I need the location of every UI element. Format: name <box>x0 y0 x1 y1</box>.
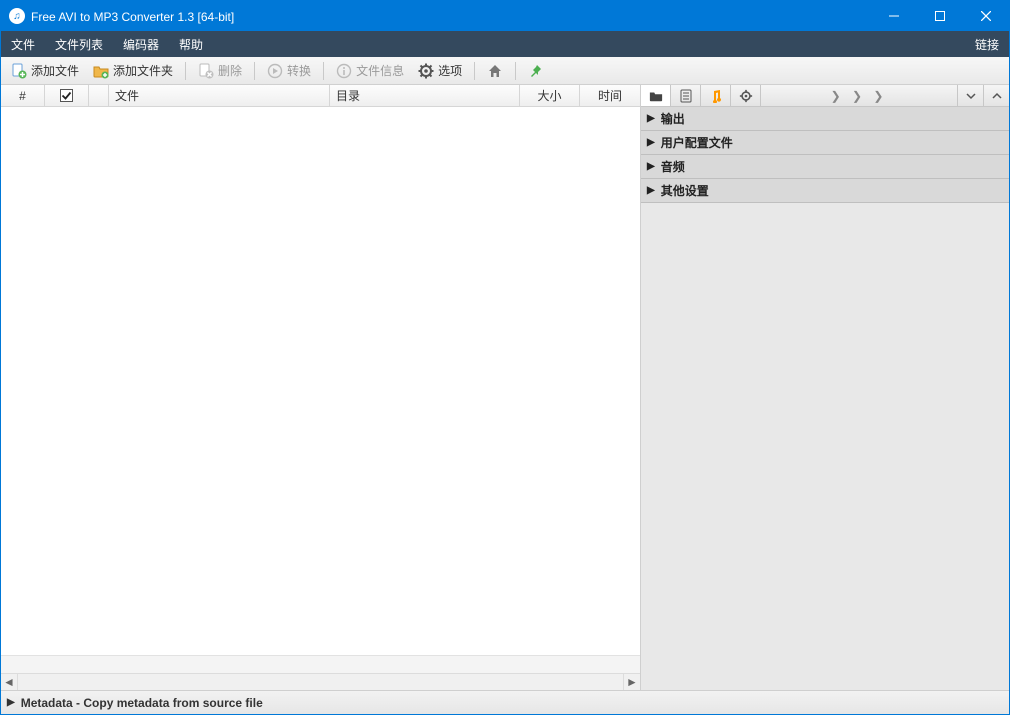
chevron-down-icon <box>966 91 976 101</box>
section-output-label: 输出 <box>661 110 685 127</box>
chevron-right-icon: ▶ <box>647 113 655 124</box>
pin-button[interactable] <box>522 61 550 81</box>
content-area: # 文件 目录 大小 时间 ◄ ► <box>1 85 1009 690</box>
home-icon <box>487 63 503 79</box>
table-body[interactable] <box>1 107 640 655</box>
file-info-icon <box>336 63 352 79</box>
menu-file[interactable]: 文件 <box>1 31 45 57</box>
menu-bar: 文件 文件列表 编码器 帮助 链接 <box>1 31 1009 57</box>
horizontal-scrollbar[interactable]: ◄ ► <box>1 673 640 690</box>
table-header: # 文件 目录 大小 时间 <box>1 85 640 107</box>
delete-icon <box>198 63 214 79</box>
toolbar-separator <box>323 62 324 80</box>
add-folder-icon <box>93 63 109 79</box>
document-icon <box>680 89 692 103</box>
gear-icon <box>418 63 434 79</box>
section-profile[interactable]: ▶ 用户配置文件 <box>641 131 1009 155</box>
convert-icon <box>267 63 283 79</box>
tab-settings[interactable] <box>731 85 761 106</box>
section-profile-label: 用户配置文件 <box>661 134 733 151</box>
menu-help[interactable]: 帮助 <box>169 31 213 57</box>
checkbox-icon <box>60 89 73 102</box>
tab-document[interactable] <box>671 85 701 106</box>
collapse-button[interactable] <box>957 85 983 106</box>
tab-folder[interactable] <box>641 85 671 106</box>
section-output[interactable]: ▶ 输出 <box>641 107 1009 131</box>
minimize-button[interactable] <box>871 1 917 31</box>
expand-indicator[interactable]: ❯ ❯ ❯ <box>761 85 957 106</box>
add-file-icon <box>11 63 27 79</box>
toolbar-separator <box>185 62 186 80</box>
col-dir[interactable]: 目录 <box>330 85 520 107</box>
home-button[interactable] <box>481 61 509 81</box>
menu-encoder[interactable]: 编码器 <box>113 31 169 57</box>
col-icon[interactable] <box>89 85 109 107</box>
gear-icon <box>739 89 753 103</box>
expand-button[interactable] <box>983 85 1009 106</box>
close-icon <box>981 11 991 21</box>
toolbar: 添加文件 添加文件夹 删除 转换 文件信息 选项 <box>1 57 1009 85</box>
folder-icon <box>649 89 663 103</box>
scroll-left-icon[interactable]: ◄ <box>1 674 18 690</box>
settings-accordion: ▶ 输出 ▶ 用户配置文件 ▶ 音频 ▶ 其他设置 <box>641 107 1009 690</box>
add-folder-button[interactable]: 添加文件夹 <box>87 60 179 81</box>
footer-label: Metadata - Copy metadata from source fil… <box>21 696 263 710</box>
col-check[interactable] <box>45 85 89 107</box>
chevron-up-icon <box>992 91 1002 101</box>
app-icon: ♫ <box>9 8 25 24</box>
col-number[interactable]: # <box>1 85 45 107</box>
maximize-button[interactable] <box>917 1 963 31</box>
convert-label: 转换 <box>287 62 311 79</box>
settings-tabs: ❯ ❯ ❯ <box>641 85 1009 107</box>
section-audio-label: 音频 <box>661 158 685 175</box>
close-button[interactable] <box>963 1 1009 31</box>
col-file[interactable]: 文件 <box>109 85 330 107</box>
settings-panel: ❯ ❯ ❯ ▶ 输出 ▶ 用户配置文件 ▶ 音频 ▶ 其他设置 <box>641 85 1009 690</box>
minimize-icon <box>889 11 899 21</box>
chevron-right-icon: ▶ <box>647 185 655 196</box>
status-row <box>1 655 640 673</box>
options-label: 选项 <box>438 62 462 79</box>
convert-button[interactable]: 转换 <box>261 60 317 81</box>
title-bar: ♫ Free AVI to MP3 Converter 1.3 [64-bit] <box>1 1 1009 31</box>
section-other-label: 其他设置 <box>661 182 709 199</box>
pin-icon <box>528 63 544 79</box>
chevron-right-icon: ▶ <box>647 161 655 172</box>
app-title: Free AVI to MP3 Converter 1.3 [64-bit] <box>31 9 234 24</box>
section-audio[interactable]: ▶ 音频 <box>641 155 1009 179</box>
toolbar-separator <box>474 62 475 80</box>
maximize-icon <box>935 11 945 21</box>
add-folder-label: 添加文件夹 <box>113 62 173 79</box>
delete-label: 删除 <box>218 62 242 79</box>
delete-button[interactable]: 删除 <box>192 60 248 81</box>
toolbar-separator <box>254 62 255 80</box>
file-list-panel: # 文件 目录 大小 时间 ◄ ► <box>1 85 641 690</box>
col-time[interactable]: 时间 <box>580 85 640 107</box>
add-file-label: 添加文件 <box>31 62 79 79</box>
tab-audio[interactable] <box>701 85 731 106</box>
file-info-button[interactable]: 文件信息 <box>330 60 410 81</box>
chevron-right-icon: ▶ <box>647 137 655 148</box>
options-button[interactable]: 选项 <box>412 60 468 81</box>
add-file-button[interactable]: 添加文件 <box>5 60 85 81</box>
footer-bar[interactable]: ▶ Metadata - Copy metadata from source f… <box>1 690 1009 714</box>
chevron-right-icon: ▶ <box>7 697 15 708</box>
scroll-right-icon[interactable]: ► <box>623 674 640 690</box>
menu-link[interactable]: 链接 <box>965 31 1009 57</box>
toolbar-separator <box>515 62 516 80</box>
file-info-label: 文件信息 <box>356 62 404 79</box>
menu-filelist[interactable]: 文件列表 <box>45 31 113 57</box>
col-size[interactable]: 大小 <box>520 85 580 107</box>
music-note-icon <box>710 89 722 103</box>
section-other[interactable]: ▶ 其他设置 <box>641 179 1009 203</box>
